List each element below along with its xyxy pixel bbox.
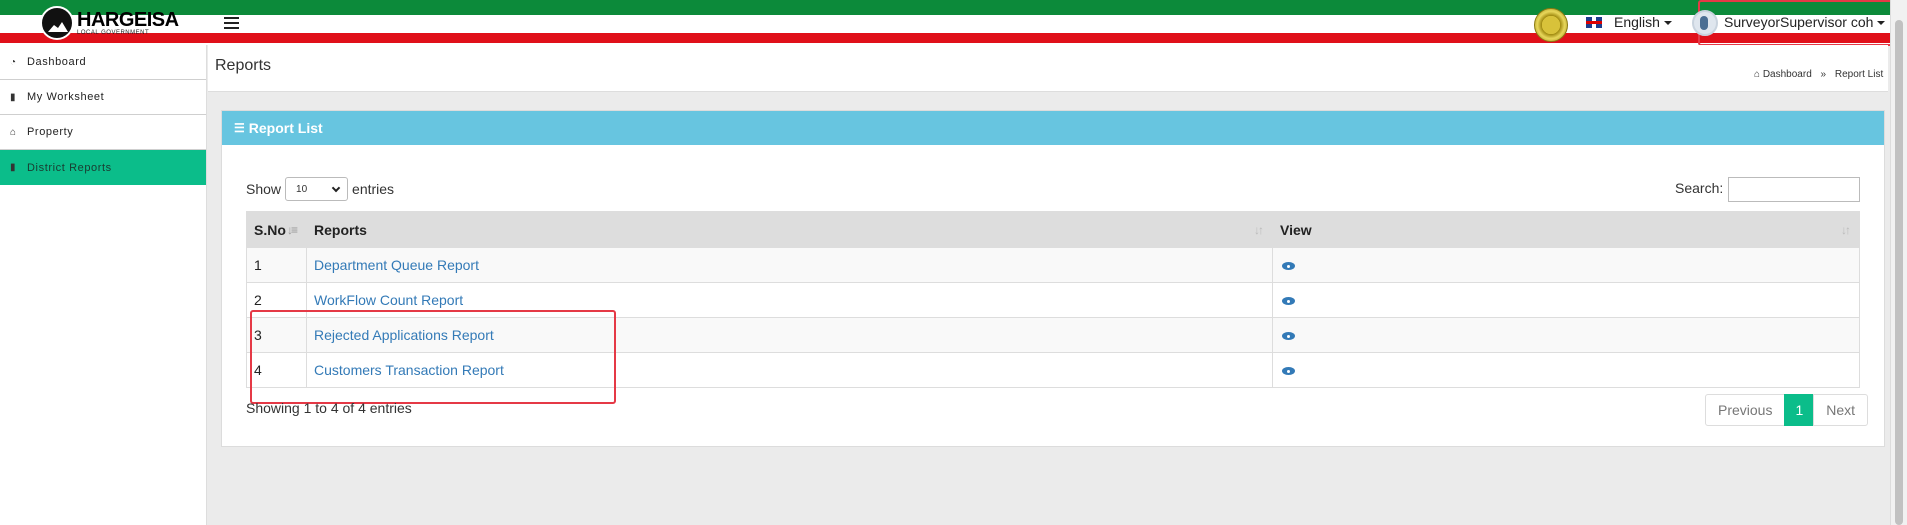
sidebar-item-label: Dashboard (27, 56, 87, 68)
sidebar-item-label: Property (27, 126, 74, 138)
entries-length-control: Show 10 entries (246, 177, 394, 201)
report-icon: ▮ (10, 162, 17, 173)
uk-flag-icon (1586, 17, 1602, 28)
sidebar-item-label: My Worksheet (27, 91, 105, 103)
row-sno: 1 (246, 247, 307, 283)
logo-title: HARGEISA (77, 9, 179, 31)
table-header-row: S.No ↓≡ Reports ↓↑ View ↓↑ (246, 211, 1860, 248)
dashboard-icon: ◔ (10, 56, 17, 68)
breadcrumb-separator: » (1820, 69, 1827, 80)
sidebar-item-district-reports[interactable]: ▮ District Reports (0, 150, 206, 185)
user-menu-dropdown[interactable]: SurveyorSupervisor coh (1724, 14, 1886, 30)
column-header-view[interactable]: View ↓↑ (1272, 211, 1860, 248)
breadcrumb-dashboard[interactable]: Dashboard (1763, 69, 1812, 80)
logo-emblem-icon (40, 6, 74, 40)
panel-header: ☰ Report List (222, 111, 1884, 145)
home-icon: ⌂ (10, 126, 17, 138)
sidebar-item-my-worksheet[interactable]: ▮ My Worksheet (0, 80, 206, 115)
sort-icon: ↓↑ (1841, 223, 1851, 237)
eye-icon[interactable] (1282, 367, 1295, 375)
current-page-button[interactable]: 1 (1784, 394, 1815, 426)
eye-icon[interactable] (1282, 332, 1295, 340)
chevron-down-icon (1663, 21, 1672, 26)
content-header (208, 45, 1888, 92)
table-row: 1 Department Queue Report (246, 247, 1860, 283)
eye-icon[interactable] (1282, 262, 1295, 270)
sidebar-item-dashboard[interactable]: ◔ Dashboard (0, 45, 206, 80)
government-seal-icon (1534, 8, 1568, 42)
eye-icon[interactable] (1282, 297, 1295, 305)
table-info: Showing 1 to 4 of 4 entries (246, 400, 412, 416)
list-icon: ☰ (234, 121, 245, 135)
menu-toggle-icon[interactable] (224, 17, 239, 29)
scrollbar-thumb[interactable] (1895, 20, 1903, 525)
next-page-button[interactable]: Next (1813, 394, 1869, 426)
rows-highlight-box (250, 310, 616, 404)
worksheet-icon: ▮ (10, 91, 17, 103)
language-label: English (1614, 14, 1660, 30)
panel-title: Report List (248, 120, 323, 136)
search-input[interactable] (1728, 177, 1860, 202)
entries-label: entries (352, 181, 395, 197)
user-avatar[interactable] (1692, 10, 1718, 36)
entries-select[interactable]: 10 (285, 177, 349, 201)
user-name: SurveyorSupervisor coh (1724, 14, 1874, 30)
previous-page-button[interactable]: Previous (1705, 394, 1786, 426)
language-dropdown[interactable]: English (1614, 14, 1672, 30)
sidebar: ◔ Dashboard ▮ My Worksheet ⌂ Property ▮ … (0, 45, 207, 525)
header-red-stripe (0, 33, 1907, 43)
breadcrumb: ⌂ Dashboard » Report List (1754, 69, 1883, 80)
column-header-reports[interactable]: Reports ↓↑ (306, 211, 1273, 248)
sort-asc-icon: ↓≡ (286, 223, 298, 237)
report-link[interactable]: Department Queue Report (314, 257, 479, 273)
sidebar-item-property[interactable]: ⌂ Property (0, 115, 206, 150)
header-green-stripe (0, 0, 1907, 15)
app-logo[interactable]: HARGEISA LOCAL GOVERNMENT (40, 6, 179, 40)
report-link[interactable]: WorkFlow Count Report (314, 292, 463, 308)
chevron-down-icon (331, 183, 341, 193)
pagination: Previous 1 Next (1705, 394, 1869, 426)
page-title: Reports (215, 57, 272, 74)
entries-select-value: 10 (296, 183, 308, 195)
chevron-down-icon (1877, 21, 1886, 26)
home-icon: ⌂ (1754, 69, 1761, 80)
breadcrumb-current: Report List (1834, 69, 1884, 80)
sort-icon: ↓↑ (1254, 223, 1264, 237)
search-label: Search: (1675, 180, 1724, 196)
sidebar-item-label: District Reports (27, 161, 112, 174)
show-label: Show (246, 181, 282, 197)
column-header-sno[interactable]: S.No ↓≡ (246, 211, 307, 248)
